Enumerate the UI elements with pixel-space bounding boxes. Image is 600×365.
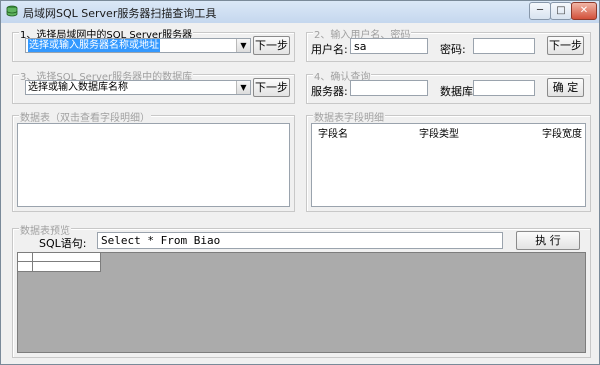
confirm-button[interactable]: 确 定 [547, 78, 584, 97]
server-next-button[interactable]: 下一步 [253, 36, 290, 55]
window-title: 局域网SQL Server服务器扫描查询工具 [23, 7, 217, 20]
tables-list[interactable] [17, 123, 290, 207]
column-header-field-width[interactable]: 字段宽度 [542, 125, 582, 140]
grid-header-cell [33, 253, 101, 262]
title-bar[interactable]: 局域网SQL Server服务器扫描查询工具 ─ □ ✕ [1, 1, 599, 23]
confirm-group: 4、确认查询 服务器: 数据库: 确 定 [306, 68, 591, 104]
database-combo[interactable]: 选择或输入数据库名称 ▼ [25, 80, 251, 95]
preview-grid[interactable] [17, 252, 586, 353]
maximize-button[interactable]: □ [550, 2, 572, 20]
app-icon [6, 5, 18, 17]
chevron-down-icon[interactable]: ▼ [236, 39, 250, 52]
tables-group: 数据表（双击查看字段明细） [12, 109, 295, 212]
chevron-down-icon[interactable]: ▼ [236, 81, 250, 94]
database-next-button[interactable]: 下一步 [253, 78, 290, 97]
server-select-group: 1、选择局域网中的SQL Server服务器 选择或输入服务器名称或地址 ▼ 下… [12, 26, 295, 62]
password-input[interactable] [473, 38, 535, 54]
close-button[interactable]: ✕ [571, 2, 597, 20]
tables-legend: 数据表（双击查看字段明细） [19, 109, 151, 124]
fields-legend: 数据表字段明细 [313, 109, 385, 124]
grid-corner-cell [18, 253, 33, 262]
server-label: 服务器: [311, 85, 348, 98]
username-label: 用户名: [311, 43, 348, 56]
sql-input[interactable]: Select * From Biao [97, 232, 503, 249]
preview-group: 数据表预览 SQL语句: Select * From Biao 执 行 [12, 222, 591, 358]
execute-button[interactable]: 执 行 [516, 231, 580, 250]
grid-data-cell[interactable] [33, 262, 101, 272]
grid-row-header-cell [18, 262, 33, 272]
credentials-next-button[interactable]: 下一步 [547, 36, 584, 55]
username-input[interactable]: sa [350, 38, 428, 54]
sql-label: SQL语句: [39, 237, 87, 250]
password-label: 密码: [440, 43, 466, 56]
column-header-field-name[interactable]: 字段名 [318, 125, 348, 140]
fields-list[interactable]: 字段名 字段类型 字段宽度 [311, 123, 586, 207]
database-select-group: 3、选择SQL Server服务器中的数据库 选择或输入数据库名称 ▼ 下一步 [12, 68, 295, 104]
credentials-group: 2、输入用户名、密码 用户名: sa 密码: 下一步 [306, 26, 591, 62]
main-window: 局域网SQL Server服务器扫描查询工具 ─ □ ✕ 1、选择局域网中的SQ… [0, 0, 600, 365]
column-header-field-type[interactable]: 字段类型 [419, 125, 459, 140]
database-input[interactable] [473, 80, 535, 96]
server-combo[interactable]: 选择或输入服务器名称或地址 ▼ [25, 38, 251, 53]
server-input[interactable] [350, 80, 428, 96]
minimize-button[interactable]: ─ [529, 2, 551, 20]
server-combo-value: 选择或输入服务器名称或地址 [28, 39, 160, 52]
fields-group: 数据表字段明细 字段名 字段类型 字段宽度 [306, 109, 591, 212]
database-combo-value: 选择或输入数据库名称 [28, 82, 128, 93]
database-label: 数据库: [440, 85, 477, 98]
